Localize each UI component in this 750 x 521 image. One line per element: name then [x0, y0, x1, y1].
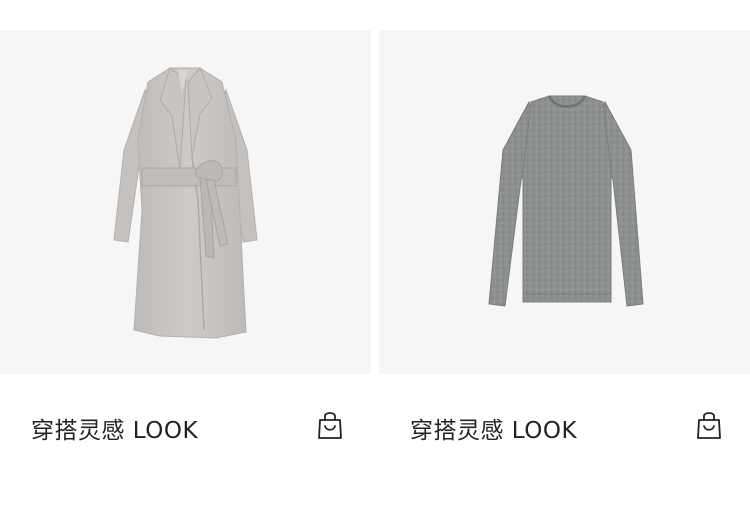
shopping-bag-icon[interactable] [696, 410, 722, 440]
product-image-coat[interactable] [0, 30, 371, 374]
product-card[interactable]: 穿搭灵感 LOOK [379, 30, 750, 474]
product-caption: 穿搭灵感 LOOK [0, 374, 371, 474]
product-caption: 穿搭灵感 LOOK [379, 374, 750, 474]
wrap-coat-image [113, 67, 258, 339]
sweater-image [488, 95, 644, 307]
product-title[interactable]: 穿搭灵感 LOOK [410, 411, 577, 445]
product-title[interactable]: 穿搭灵感 LOOK [31, 411, 198, 445]
product-grid: 穿搭灵感 LOOK 穿搭灵感 LOOK [0, 30, 750, 474]
product-image-sweater[interactable] [379, 30, 750, 374]
product-card[interactable]: 穿搭灵感 LOOK [0, 30, 371, 474]
shopping-bag-icon[interactable] [317, 410, 343, 440]
